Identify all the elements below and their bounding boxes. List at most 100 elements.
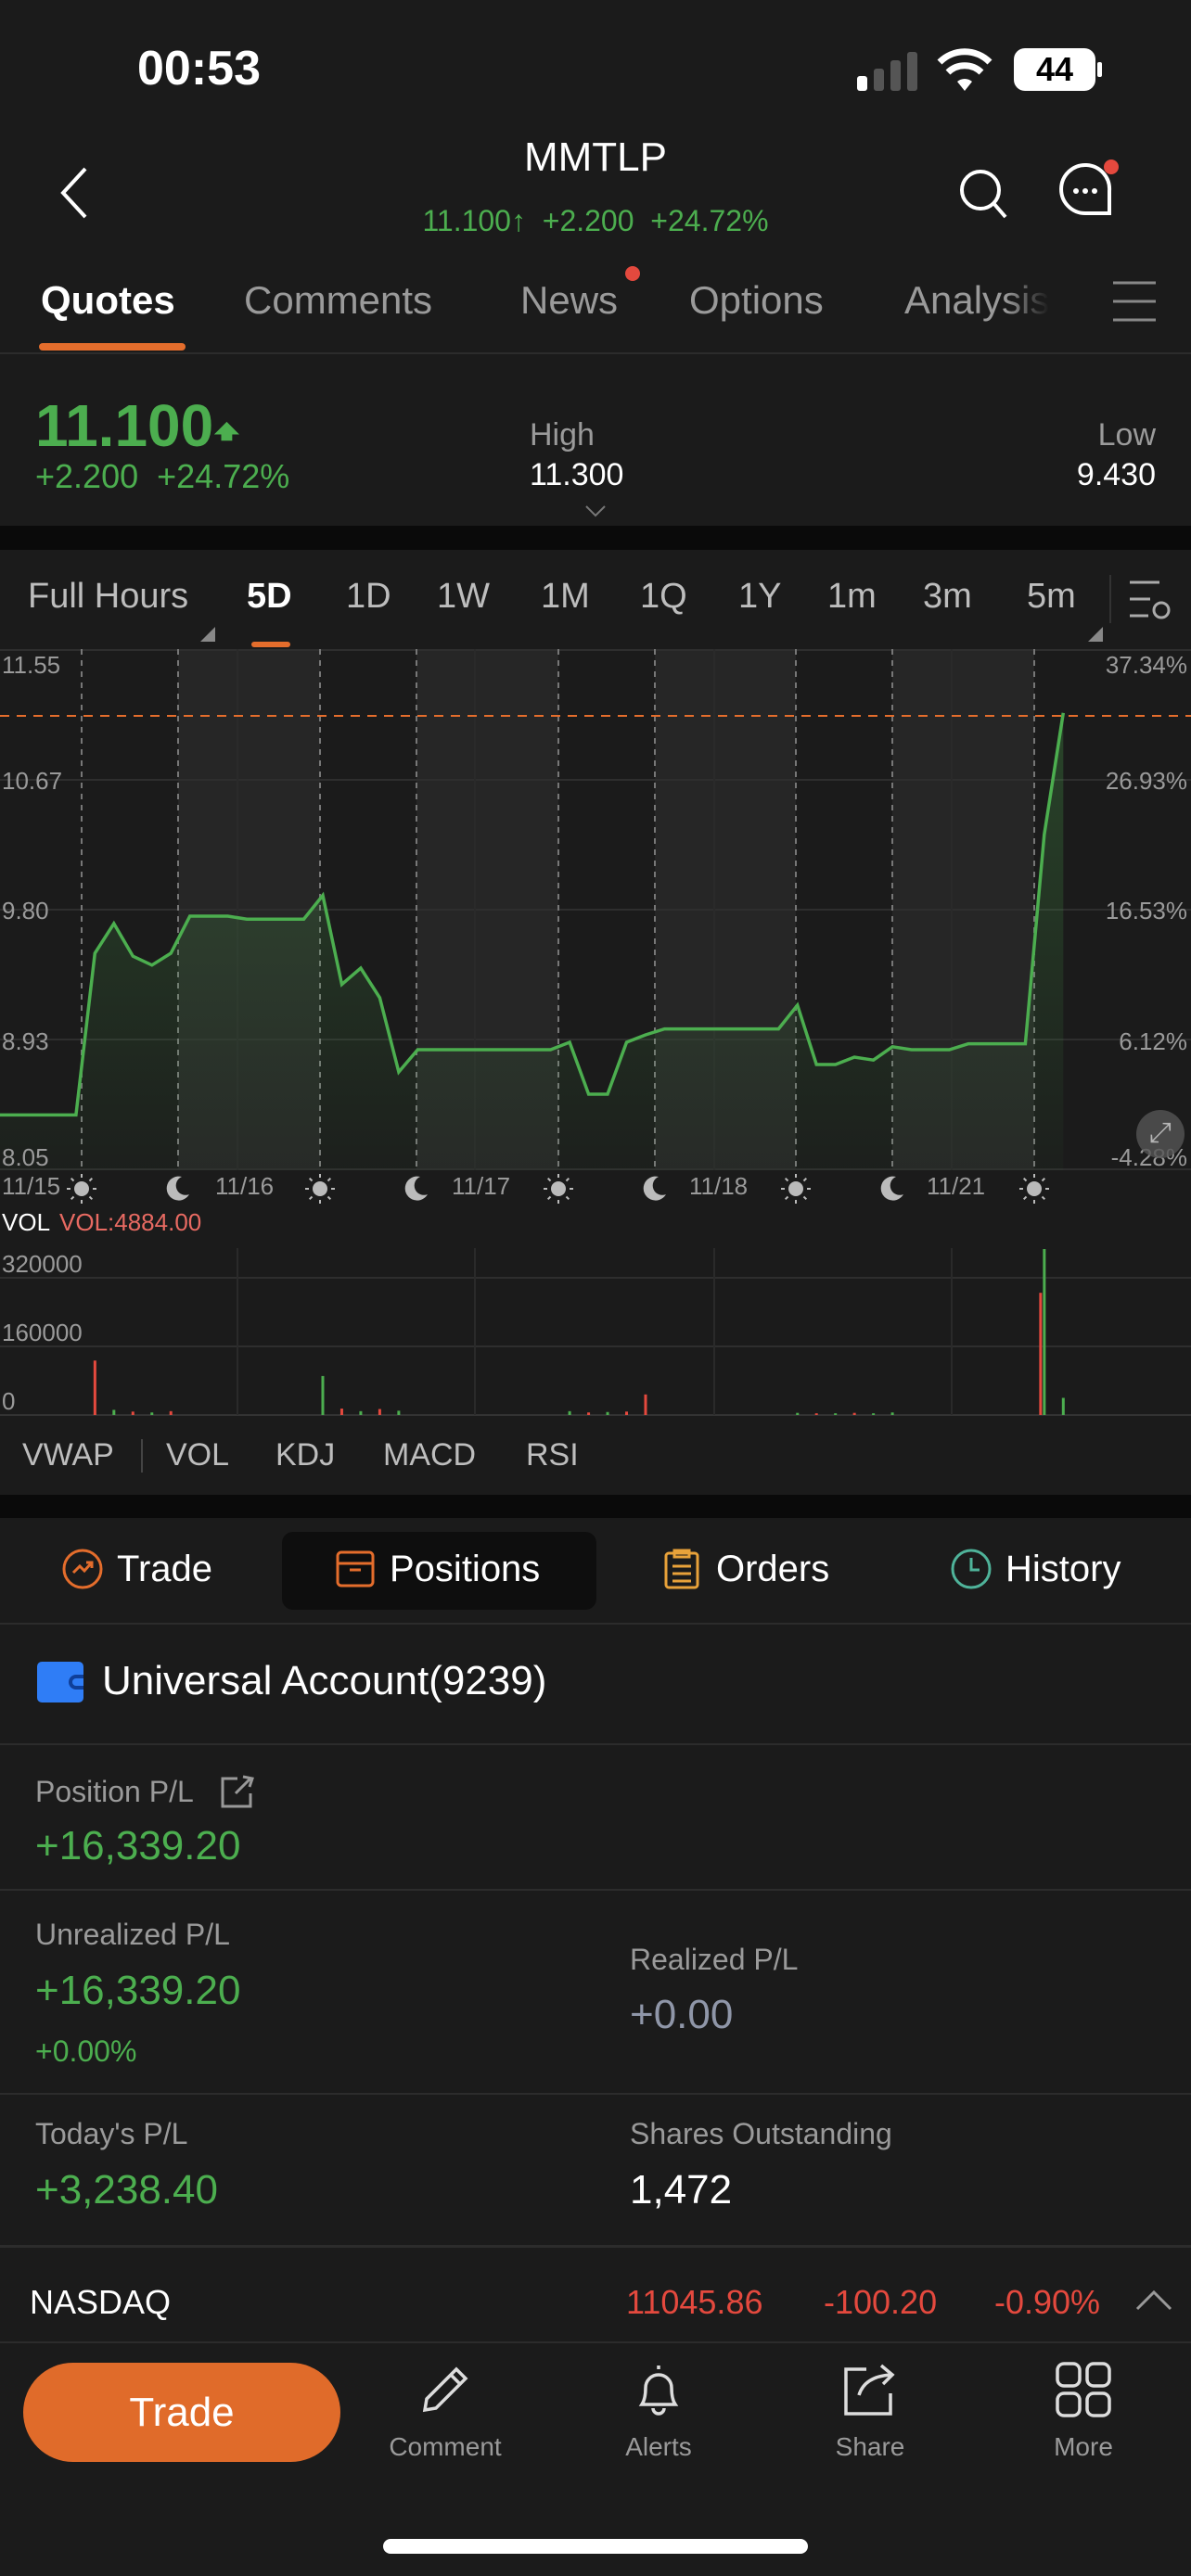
price-chart[interactable]	[0, 649, 1191, 1170]
divider	[0, 1889, 1191, 1891]
tab-label: Positions	[390, 1548, 541, 1589]
indicator-vol[interactable]: VOL	[166, 1437, 229, 1473]
sun-ray	[565, 1195, 570, 1201]
sun-ray	[802, 1177, 808, 1182]
timeframe-1m[interactable]: 1M	[541, 577, 590, 617]
active-tab-indicator	[39, 343, 186, 351]
tab-news[interactable]: News	[520, 278, 618, 323]
moon-icon	[404, 1176, 428, 1201]
sun-ray	[1041, 1195, 1046, 1201]
sun-ray	[784, 1177, 789, 1182]
volume-bar	[606, 1411, 609, 1415]
sun-ray	[546, 1195, 552, 1201]
sun-icon	[313, 1181, 327, 1196]
today-pl-value: +3,238.40	[35, 2167, 218, 2213]
position-pl-label: Position P/L	[35, 1775, 194, 1808]
volume-bar	[321, 1375, 325, 1415]
account-name[interactable]: Universal Account(9239)	[102, 1658, 546, 1704]
up-arrow-icon: ↑	[510, 204, 526, 237]
unrealized-pl-pct: +0.00%	[35, 2034, 137, 2068]
expand-chevron-icon[interactable]	[584, 504, 607, 517]
vol-label: VOL	[2, 1208, 51, 1236]
fullscreen-icon[interactable]: ⤢	[1136, 1110, 1185, 1158]
timeframe-1d[interactable]: 1D	[346, 577, 391, 617]
divider	[0, 1743, 1191, 1745]
index-ticker[interactable]: NASDAQ 11045.86 -100.20 -0.90%	[0, 2255, 1191, 2340]
chart-settings-icon[interactable]	[1128, 579, 1172, 621]
volume-chart[interactable]	[0, 1248, 1191, 1417]
indicator-kdj[interactable]: KDJ	[275, 1437, 335, 1473]
sun-ray	[546, 1177, 552, 1182]
tab-orders[interactable]: Orders	[660, 1539, 829, 1599]
timeframe-5min[interactable]: 5m	[1027, 577, 1076, 617]
session-selector[interactable]: Full Hours	[28, 577, 188, 617]
volume-bar	[1061, 1397, 1065, 1415]
tab-comments[interactable]: Comments	[244, 278, 432, 323]
divider	[0, 352, 1191, 354]
volume-bar	[378, 1409, 381, 1415]
wifi-icon	[937, 48, 992, 91]
tab-label: Trade	[117, 1548, 213, 1589]
vol-readout: VOL:4884.00	[59, 1208, 202, 1236]
timeframe-1q[interactable]: 1Q	[640, 577, 687, 617]
tab-analysis[interactable]: Analysis	[904, 278, 1049, 323]
volume-bar	[834, 1413, 838, 1415]
comment-label: Comment	[389, 2432, 502, 2461]
sun-ray	[327, 1195, 332, 1201]
indicator-vwap[interactable]: VWAP	[22, 1437, 114, 1473]
tab-history[interactable]: History	[950, 1539, 1121, 1599]
volume-bar	[644, 1394, 647, 1415]
search-icon[interactable]	[957, 167, 1011, 221]
menu-icon[interactable]	[1111, 280, 1158, 323]
timeframe-1min[interactable]: 1m	[827, 577, 877, 617]
message-icon[interactable]	[1057, 158, 1122, 223]
indicator-macd[interactable]: MACD	[383, 1437, 476, 1473]
volume-bar	[587, 1412, 591, 1415]
timeframe-5d[interactable]: 5D	[247, 577, 292, 617]
sun-icon	[1027, 1181, 1042, 1196]
price-tick: 8.93	[2, 1027, 49, 1055]
sun-ray	[70, 1195, 75, 1201]
section-separator	[0, 526, 1191, 550]
volume-bar	[796, 1412, 800, 1415]
volume-bar	[890, 1412, 894, 1415]
realized-pl-value: +0.00	[630, 1992, 734, 2037]
share-icon	[844, 2364, 895, 2416]
tab-options[interactable]: Options	[689, 278, 824, 323]
chevron-up-icon[interactable]	[1135, 2289, 1172, 2311]
unrealized-pl-value: +16,339.20	[35, 1968, 241, 2013]
moon-icon	[166, 1176, 189, 1201]
tab-trade[interactable]: Trade	[61, 1539, 212, 1599]
share-icon[interactable]	[219, 1773, 256, 1810]
indicator-rsi[interactable]: RSI	[526, 1437, 579, 1473]
vol-tick: 160000	[2, 1319, 83, 1346]
realized-pl-label: Realized P/L	[630, 1943, 799, 1976]
sun-ray	[308, 1177, 314, 1182]
tab-positions[interactable]: Positions	[334, 1539, 540, 1599]
volume-bar	[150, 1412, 154, 1415]
alerts-label: Alerts	[625, 2432, 692, 2461]
volume-bar	[359, 1410, 363, 1415]
sun-ray	[802, 1195, 808, 1201]
trade-button[interactable]: Trade	[23, 2363, 340, 2462]
more-button[interactable]: More	[1009, 2360, 1158, 2462]
comment-button[interactable]: Comment	[371, 2360, 519, 2462]
volume-bar	[625, 1411, 629, 1415]
tab-quotes[interactable]: Quotes	[41, 278, 175, 323]
volume-bar	[339, 1409, 343, 1415]
timeframe-1y[interactable]: 1Y	[738, 577, 781, 617]
header-change-pct: +24.72%	[650, 204, 769, 237]
alerts-button[interactable]: Alerts	[584, 2360, 733, 2462]
vol-tick: 0	[2, 1387, 16, 1415]
orders-icon	[664, 1549, 699, 1589]
timeframe-1w[interactable]: 1W	[437, 577, 490, 617]
home-indicator	[383, 2539, 808, 2554]
timeframe-3min[interactable]: 3m	[923, 577, 972, 617]
volume-bar	[169, 1410, 173, 1415]
pct-tick: 6.12%	[1119, 1027, 1187, 1055]
up-arrow-icon: 🠹	[213, 407, 240, 455]
sun-ray	[327, 1177, 332, 1182]
share-button[interactable]: Share	[796, 2360, 944, 2462]
tab-label: History	[1005, 1548, 1121, 1589]
shares-outstanding-value: 1,472	[630, 2167, 733, 2213]
